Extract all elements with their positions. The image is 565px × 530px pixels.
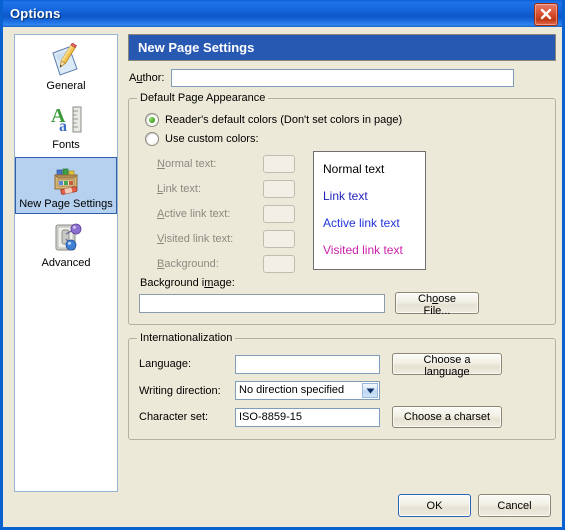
author-input[interactable] bbox=[171, 69, 515, 87]
author-row: Author: bbox=[128, 69, 556, 87]
choose-charset-button[interactable]: Choose a charset bbox=[392, 406, 502, 428]
preview-active-link-text: Active link text bbox=[323, 216, 400, 230]
color-row-link-text: Link text: bbox=[157, 176, 295, 201]
cancel-button[interactable]: Cancel bbox=[478, 494, 551, 517]
sidebar-item-advanced[interactable]: Advanced bbox=[15, 216, 117, 273]
background-image-input[interactable] bbox=[139, 293, 385, 313]
color-label: Visited link text: bbox=[157, 232, 234, 245]
writing-direction-select[interactable]: No direction specified bbox=[235, 381, 380, 400]
charset-label: Character set: bbox=[139, 411, 209, 423]
dialog-footer: OK Cancel bbox=[398, 494, 551, 517]
preview-normal-text: Normal text bbox=[323, 162, 385, 176]
sidebar-item-label: Advanced bbox=[41, 257, 91, 269]
settings-pane: New Page Settings Author: Default Page A… bbox=[128, 34, 556, 440]
color-swatch-normal-text[interactable] bbox=[263, 154, 295, 173]
radio-readers-default-row[interactable]: Reader's default colors (Don't set color… bbox=[145, 113, 545, 127]
color-swatch-active-link-text[interactable] bbox=[263, 204, 295, 223]
close-icon bbox=[540, 8, 552, 20]
color-row-visited-link-text: Visited link text: bbox=[157, 226, 295, 251]
preview-link-text: Link text bbox=[323, 189, 368, 203]
language-label: Language: bbox=[139, 358, 191, 370]
sidebar-item-label: Fonts bbox=[52, 139, 80, 151]
color-rows: Normal text: Link text: Active link text… bbox=[139, 151, 295, 276]
group-legend: Internationalization bbox=[137, 332, 236, 344]
charset-input[interactable] bbox=[235, 407, 380, 427]
color-row-background: Background: bbox=[157, 251, 295, 276]
charset-row: Character set: Choose a charset bbox=[139, 406, 545, 428]
sidebar-item-new-page-settings[interactable]: New Page Settings bbox=[15, 157, 117, 214]
background-image-row: Choose File... bbox=[139, 292, 545, 317]
color-swatch-link-text[interactable] bbox=[263, 179, 295, 198]
writing-direction-label: Writing direction: bbox=[139, 384, 221, 397]
dialog-content: General A a Fonts New Page Settings Adva… bbox=[3, 27, 562, 527]
color-label: Active link text: bbox=[157, 207, 231, 220]
switch-nodes-icon bbox=[47, 220, 85, 256]
language-row: Language: Choose a language bbox=[139, 353, 545, 378]
color-label: Background: bbox=[157, 257, 219, 270]
chevron-down-icon[interactable] bbox=[362, 383, 378, 398]
color-row-active-link-text: Active link text: bbox=[157, 201, 295, 226]
close-button[interactable] bbox=[534, 3, 558, 26]
author-label: Author: bbox=[129, 72, 165, 84]
radio-readers-default-label: Reader's default colors (Don't set color… bbox=[165, 114, 403, 126]
color-swatch-visited-link-text[interactable] bbox=[263, 229, 295, 248]
preview-visited-link-text: Visited link text bbox=[323, 243, 403, 257]
sidebar-item-label: General bbox=[46, 80, 86, 92]
custom-colors-area: Normal text: Link text: Active link text… bbox=[139, 151, 545, 276]
default-page-appearance-group: Default Page Appearance Reader's default… bbox=[128, 92, 556, 325]
radio-custom-colors-label: Use custom colors: bbox=[165, 133, 259, 145]
internationalization-group: Internationalization Language: Choose a … bbox=[128, 332, 556, 440]
group-legend: Default Page Appearance bbox=[137, 92, 269, 104]
color-preview-panel: Normal text Link text Active link text V… bbox=[313, 151, 426, 270]
page-pencil-icon bbox=[47, 42, 85, 79]
color-swatch-background[interactable] bbox=[263, 254, 295, 273]
options-dialog: Options General A a Fonts New Page Setti… bbox=[0, 0, 565, 530]
color-label: Normal text: bbox=[157, 157, 217, 170]
writing-direction-row: Writing direction: No direction specifie… bbox=[139, 381, 545, 400]
choose-file-button[interactable]: Choose File... bbox=[395, 292, 479, 317]
radio-readers-default[interactable] bbox=[145, 113, 159, 127]
sidebar: General A a Fonts New Page Settings Adva… bbox=[14, 34, 118, 492]
sidebar-item-fonts[interactable]: A a Fonts bbox=[15, 98, 117, 155]
crayon-box-icon bbox=[47, 161, 85, 197]
window-title: Options bbox=[10, 6, 61, 21]
page-title: New Page Settings bbox=[128, 34, 556, 61]
sidebar-item-general[interactable]: General bbox=[15, 39, 117, 96]
radio-custom-colors-row[interactable]: Use custom colors: bbox=[145, 132, 545, 146]
language-input[interactable] bbox=[235, 354, 380, 374]
radio-custom-colors[interactable] bbox=[145, 132, 159, 146]
sidebar-item-label: New Page Settings bbox=[19, 198, 113, 210]
background-image-label: Background image: bbox=[140, 277, 235, 289]
ok-button[interactable]: OK bbox=[398, 494, 471, 517]
color-label: Link text: bbox=[157, 182, 202, 195]
writing-direction-value: No direction specified bbox=[239, 384, 345, 396]
font-ruler-icon: A a bbox=[47, 102, 85, 138]
svg-text:a: a bbox=[59, 118, 67, 135]
titlebar: Options bbox=[3, 0, 562, 27]
choose-language-button[interactable]: Choose a language bbox=[392, 353, 502, 378]
color-row-normal-text: Normal text: bbox=[157, 151, 295, 176]
